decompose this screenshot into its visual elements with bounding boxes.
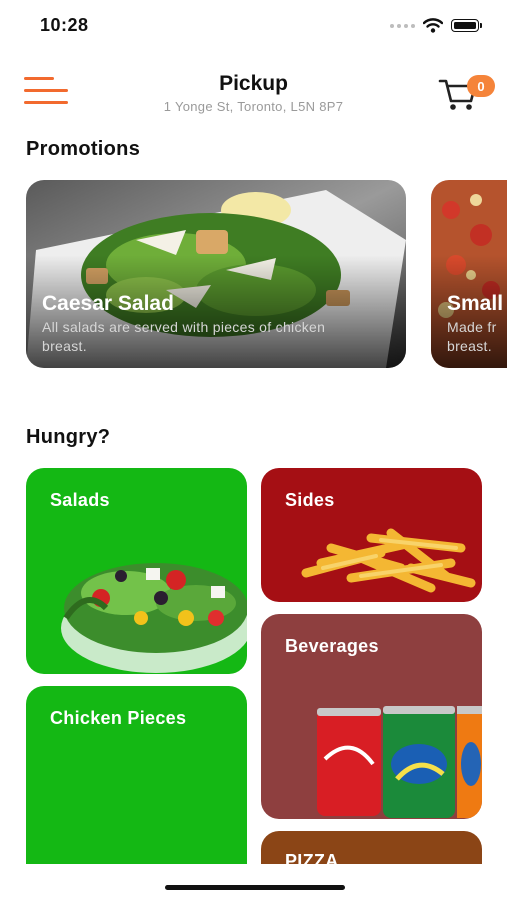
cart-count-badge: 0 <box>467 75 495 97</box>
promo-title: Caesar Salad <box>42 292 174 315</box>
wifi-icon <box>423 18 443 33</box>
promo-title: Small <box>447 292 504 315</box>
category-label: Sides <box>285 490 335 510</box>
page-title: Pickup <box>219 72 288 95</box>
category-label: Salads <box>50 490 110 510</box>
category-label: PIZZA <box>285 851 339 864</box>
category-sides[interactable]: Sides <box>261 468 482 602</box>
hungry-heading: Hungry? <box>26 426 111 448</box>
category-salads[interactable]: Salads <box>26 468 247 674</box>
category-label: Beverages <box>285 636 379 656</box>
category-chicken-pieces[interactable]: Chicken Pieces <box>26 686 247 864</box>
fries-image <box>301 528 476 593</box>
promo-card-small[interactable]: Small Made fr breast. <box>431 180 507 368</box>
promotions-heading: Promotions <box>26 138 141 160</box>
battery-icon <box>451 19 482 32</box>
promo-description: Made fr breast. <box>447 319 497 354</box>
category-beverages[interactable]: Beverages <box>261 614 482 819</box>
promo-card-caesar-salad[interactable]: Caesar Salad All salads are served with … <box>26 180 406 368</box>
signal-icon <box>390 23 415 28</box>
home-indicator[interactable] <box>165 885 345 890</box>
category-pizza[interactable]: PIZZA <box>261 831 482 864</box>
status-icons <box>390 18 482 33</box>
category-label: Chicken Pieces <box>50 708 187 728</box>
pickup-address: 1 Yonge St, Toronto, L5N 8P7 <box>163 99 344 114</box>
promo-description: All salads are served with pieces of chi… <box>42 319 326 354</box>
status-time: 10:28 <box>40 15 89 35</box>
